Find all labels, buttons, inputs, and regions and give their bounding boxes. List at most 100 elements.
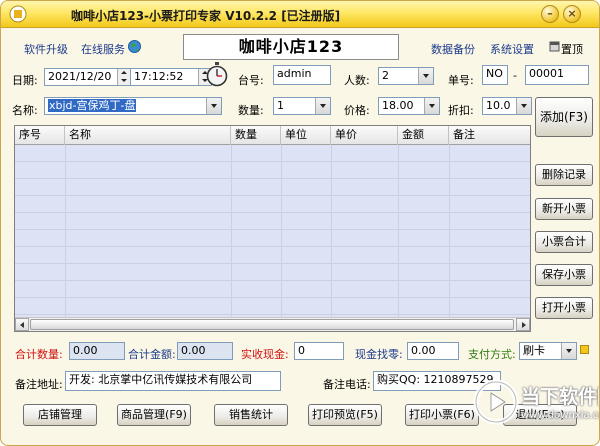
minimize-icon: – xyxy=(547,7,553,20)
column-header-index[interactable]: 序号 xyxy=(15,126,65,145)
delete-record-button[interactable]: 删除记录 xyxy=(535,164,593,186)
close-icon: × xyxy=(567,7,577,20)
pin-icon xyxy=(549,41,560,52)
sales-statistics-button[interactable]: 销售统计 xyxy=(214,404,288,426)
price-value: 18.00 xyxy=(382,99,414,112)
product-name-select[interactable]: xbjd-宫保鸡丁-盘 xyxy=(44,97,222,115)
qty-select[interactable]: 1 xyxy=(273,97,331,115)
print-preview-button[interactable]: 打印预览(F5) xyxy=(308,404,382,426)
upgrade-link[interactable]: 软件升级 xyxy=(24,41,68,57)
people-label: 人数: xyxy=(344,74,370,87)
total-amount-value: 0.00 xyxy=(181,344,206,357)
order-dash: - xyxy=(513,69,517,82)
open-ticket-button[interactable]: 打开小票 xyxy=(535,297,593,319)
table-value: admin xyxy=(277,67,312,80)
discount-select[interactable]: 10.0 xyxy=(482,97,532,115)
order-items-table[interactable]: 序号 名称 数量 单位 单价 金额 备注 xyxy=(14,125,531,332)
window-title: 咖啡小店123-小票打印专家 V10.2.2 [已注册版] xyxy=(71,9,341,23)
column-header-name[interactable]: 名称 xyxy=(65,126,231,145)
table-input[interactable]: admin xyxy=(273,65,331,85)
change-label: 现金找零: xyxy=(355,348,403,361)
price-select[interactable]: 18.00 xyxy=(378,97,440,115)
cash-received-input[interactable]: 0 xyxy=(294,342,344,360)
save-ticket-button[interactable]: 保存小票 xyxy=(535,264,593,286)
add-button[interactable]: 添加(F3) xyxy=(535,97,593,137)
payment-color-swatch xyxy=(580,345,589,354)
total-qty-value: 0.00 xyxy=(73,344,98,357)
title-bar: 咖啡小店123-小票打印专家 V10.2.2 [已注册版] – × xyxy=(1,1,599,28)
table-header: 序号 名称 数量 单位 单价 金额 备注 xyxy=(15,126,530,145)
order-prefix-value: NO xyxy=(486,67,503,80)
payment-method-label: 支付方式: xyxy=(468,348,516,361)
column-header-note[interactable]: 备注 xyxy=(449,126,530,145)
new-ticket-button[interactable]: 新开小票 xyxy=(535,198,593,220)
store-management-button[interactable]: 店铺管理 xyxy=(23,404,97,426)
watermark-text: 当下软件园 xyxy=(521,386,599,408)
cash-received-value: 0 xyxy=(298,344,305,357)
scrollbar-thumb[interactable] xyxy=(30,319,514,330)
close-button[interactable]: × xyxy=(563,5,581,23)
note-address-label: 备注地址: xyxy=(15,378,63,391)
date-label: 日期: xyxy=(12,74,38,87)
qty-label: 数量: xyxy=(238,104,264,117)
price-label: 价格: xyxy=(344,104,370,117)
discount-label: 折扣: xyxy=(448,104,474,117)
change-value: 0.00 xyxy=(411,344,436,357)
stopwatch-icon[interactable] xyxy=(205,61,229,87)
order-number-input[interactable]: 00001 xyxy=(525,65,589,85)
date-value: 2021/12/20 xyxy=(48,70,112,83)
table-label: 台号: xyxy=(238,74,264,87)
total-qty-field: 0.00 xyxy=(69,342,125,360)
column-divider xyxy=(65,145,66,318)
note-phone-label: 备注电话: xyxy=(323,378,371,391)
column-header-amount[interactable]: 金额 xyxy=(398,126,449,145)
people-select[interactable]: 2 xyxy=(378,67,434,85)
column-header-unit[interactable]: 单位 xyxy=(281,126,331,145)
order-no-label: 单号: xyxy=(448,74,474,87)
date-spinner[interactable] xyxy=(117,69,130,85)
chevron-down-icon xyxy=(315,98,330,114)
pin-top-link[interactable]: 置顶 xyxy=(561,41,583,57)
payment-method-value: 刷卡 xyxy=(523,344,545,357)
goods-management-button[interactable]: 商品管理(F9) xyxy=(117,404,191,426)
online-service-link[interactable]: 在线服务 xyxy=(81,41,125,57)
chevron-down-icon xyxy=(424,98,439,114)
app-window: 咖啡小店123-小票打印专家 V10.2.2 [已注册版] – × 软件升级 在… xyxy=(0,0,600,446)
minimize-button[interactable]: – xyxy=(541,5,559,23)
order-number-value: 00001 xyxy=(529,67,564,80)
column-header-unit-price[interactable]: 单价 xyxy=(331,126,398,145)
total-qty-label: 合计数量: xyxy=(15,348,63,361)
horizontal-scrollbar[interactable] xyxy=(15,317,530,331)
people-value: 2 xyxy=(382,69,389,82)
order-prefix-input[interactable]: NO xyxy=(482,65,508,85)
site-watermark: 当下软件园 www.downxia.com xyxy=(469,373,599,435)
ticket-total-button[interactable]: 小票合计 xyxy=(535,231,593,253)
time-field[interactable]: 17:12:52 xyxy=(130,68,212,86)
column-divider xyxy=(281,145,282,318)
discount-value: 10.0 xyxy=(486,99,511,112)
column-divider xyxy=(398,145,399,318)
chevron-down-icon xyxy=(561,343,576,359)
scroll-right-icon[interactable] xyxy=(516,318,530,331)
total-amount-field: 0.00 xyxy=(177,342,233,360)
backup-link[interactable]: 数据备份 xyxy=(431,41,475,57)
product-name-value: xbjd-宫保鸡丁-盘 xyxy=(48,99,137,112)
globe-icon xyxy=(128,40,141,53)
scroll-left-icon[interactable] xyxy=(15,318,29,331)
print-ticket-button[interactable]: 打印小票(F6) xyxy=(405,404,479,426)
total-amount-label: 合计金额: xyxy=(128,348,176,361)
qty-value: 1 xyxy=(277,99,284,112)
payment-method-select[interactable]: 刷卡 xyxy=(519,342,577,360)
table-body[interactable] xyxy=(15,145,530,318)
chevron-down-icon xyxy=(418,68,433,84)
column-header-qty[interactable]: 数量 xyxy=(231,126,281,145)
column-divider xyxy=(331,145,332,318)
chevron-down-icon xyxy=(516,98,531,114)
note-address-input[interactable]: 开发: 北京掌中亿讯传媒技术有限公司 xyxy=(65,371,281,391)
date-field[interactable]: 2021/12/20 xyxy=(44,68,131,86)
cash-received-label: 实收现金: xyxy=(241,348,289,361)
settings-link[interactable]: 系统设置 xyxy=(490,41,534,57)
shop-name-display: 咖啡小店123 xyxy=(183,34,399,60)
time-value: 17:12:52 xyxy=(134,70,184,83)
change-field: 0.00 xyxy=(407,342,459,360)
